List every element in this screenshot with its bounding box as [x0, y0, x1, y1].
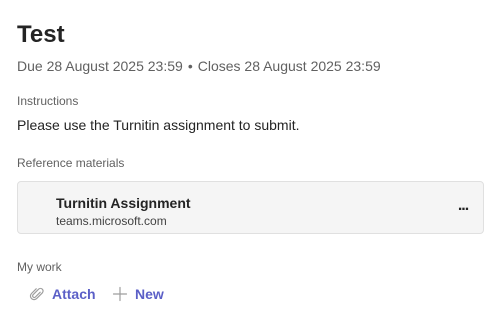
reference-materials-label: Reference materials — [17, 156, 125, 170]
reference-material-url: teams.microsoft.com — [56, 214, 167, 228]
paperclip-icon — [29, 286, 45, 302]
assignment-title: Test — [17, 21, 65, 48]
date-separator: • — [187, 58, 193, 74]
reference-material-title[interactable]: Turnitin Assignment — [56, 194, 191, 212]
instructions-text: Please use the Turnitin assignment to su… — [17, 117, 300, 133]
due-date-line: Due 28 August 2025 23:59 • Closes 28 Augus… — [17, 57, 381, 75]
close-date-text: Closes 28 August 2025 23:59 — [197, 58, 381, 74]
attach-label: Attach — [52, 286, 96, 302]
more-options-button[interactable]: ... — [453, 196, 473, 216]
attach-button[interactable]: Attach — [29, 284, 96, 304]
instructions-label: Instructions — [17, 94, 79, 108]
plus-icon — [112, 286, 128, 302]
my-work-label: My work — [17, 260, 62, 274]
reference-material-card[interactable]: Turnitin Assignment teams.microsoft.com … — [17, 181, 484, 234]
assignment-details-page: Test Due 28 August 2025 23:59 • Closes 28 … — [0, 0, 502, 327]
new-label: New — [135, 286, 164, 302]
due-date-text: Due 28 August 2025 23:59 — [17, 58, 183, 74]
new-button[interactable]: New — [112, 284, 164, 304]
